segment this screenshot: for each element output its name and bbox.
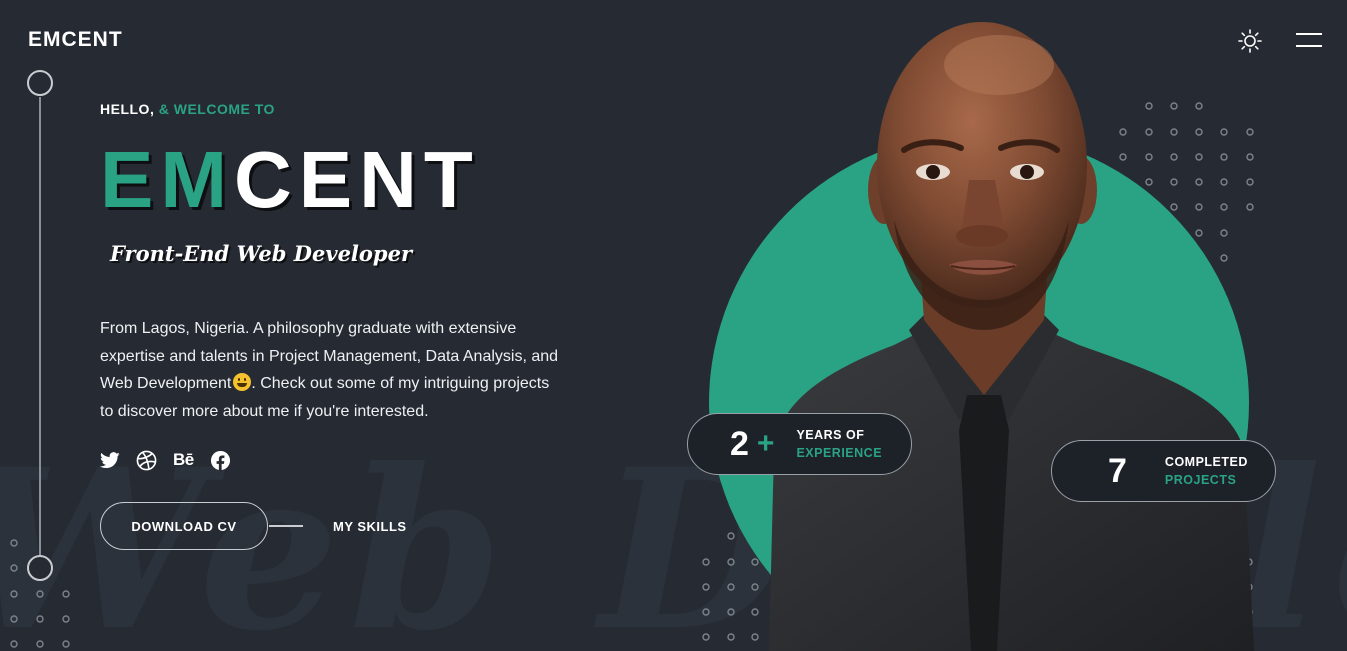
hero-name: EMCENT <box>100 140 480 220</box>
experience-stat-card: 2 + YEARS OF EXPERIENCE <box>687 413 912 475</box>
dribbble-link[interactable] <box>136 449 157 471</box>
role-subtitle: Front-End Web Developer <box>110 241 413 266</box>
button-connector-line <box>269 525 303 527</box>
projects-number: 7 <box>1108 451 1127 490</box>
page: Web Developer <box>0 0 1347 651</box>
hamburger-menu-button[interactable] <box>1296 31 1324 51</box>
facebook-link[interactable] <box>210 449 231 471</box>
timeline-node-top <box>27 70 53 96</box>
greeting: HELLO, & WELCOME TO <box>100 101 275 117</box>
profile-portrait <box>769 22 1254 651</box>
timeline-node-bottom <box>27 555 53 581</box>
projects-label-top: COMPLETED <box>1164 455 1248 469</box>
site-logo[interactable]: EMCENT <box>28 28 123 52</box>
bio-line: . Check out some of my intriguing projec… <box>251 375 550 392</box>
projects-stat-card: 7 COMPLETED PROJECTS <box>1051 440 1276 502</box>
social-links: Bē <box>100 449 247 471</box>
projects-label-bottom: PROJECTS <box>1164 473 1237 487</box>
bio-paragraph: From Lagos, Nigeria. A philosophy gradua… <box>100 315 580 425</box>
experience-label-bottom: EXPERIENCE <box>796 446 883 460</box>
behance-icon: Bē <box>173 450 194 469</box>
download-cv-button[interactable]: DOWNLOAD CV <box>100 502 268 550</box>
grinning-emoji-icon <box>233 373 252 391</box>
facebook-icon <box>210 450 230 471</box>
experience-label-top: YEARS OF <box>796 428 865 442</box>
dribbble-icon <box>136 450 157 470</box>
greeting-welcome: & WELCOME TO <box>158 101 275 117</box>
hero-name-rest: CENT <box>234 135 480 224</box>
experience-plus: + <box>756 427 775 460</box>
bio-line: Web Development <box>100 375 232 392</box>
my-skills-link[interactable]: MY SKILLS <box>333 519 407 534</box>
bio-line: to discover more about me if you're inte… <box>100 402 429 420</box>
bio-line: expertise and talents in Project Managem… <box>100 347 559 365</box>
timeline-line <box>39 97 41 555</box>
twitter-link[interactable] <box>100 449 120 471</box>
hero-name-accent: EM <box>100 135 234 224</box>
sun-icon <box>1238 29 1262 53</box>
experience-number: 2 <box>730 424 749 463</box>
behance-link[interactable]: Bē <box>173 449 194 471</box>
theme-toggle-button[interactable] <box>1236 28 1264 54</box>
bio-line: From Lagos, Nigeria. A philosophy gradua… <box>100 320 517 337</box>
twitter-icon <box>100 451 120 468</box>
greeting-hello: HELLO, <box>100 101 159 117</box>
